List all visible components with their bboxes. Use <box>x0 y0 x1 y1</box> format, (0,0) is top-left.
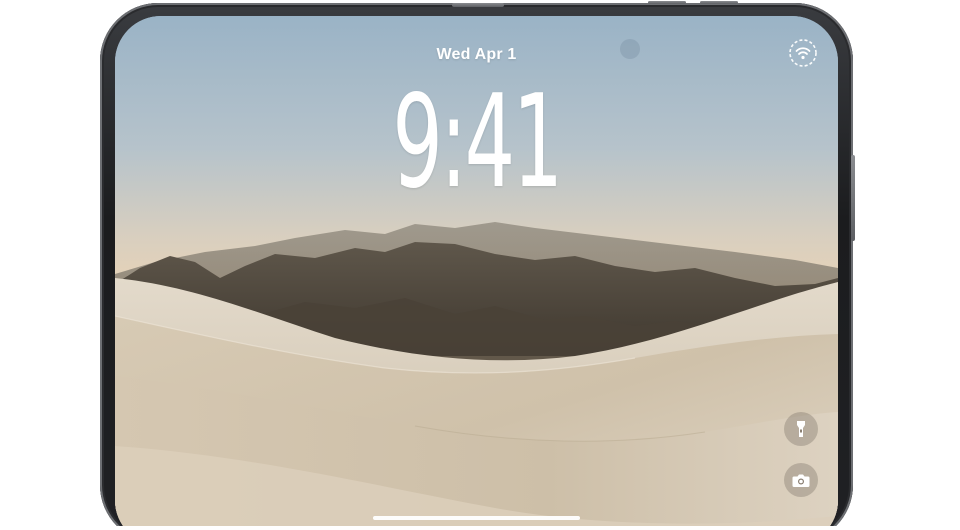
lock-date: Wed Apr 1 <box>436 46 517 63</box>
lock-screen[interactable]: Wed Apr 1 9:41 <box>115 16 838 530</box>
flashlight-icon <box>797 421 805 437</box>
camera-button[interactable] <box>784 463 818 497</box>
side-button <box>851 155 855 241</box>
wifi-signal-icon <box>788 38 818 68</box>
home-indicator[interactable] <box>373 516 580 520</box>
camera-icon <box>792 474 810 487</box>
volume-button-top <box>648 1 686 4</box>
top-button <box>452 3 504 7</box>
volume-button-top-2 <box>700 1 738 4</box>
lock-time: 9:41 <box>392 68 563 217</box>
bottom-crop <box>0 526 960 530</box>
flashlight-button[interactable] <box>784 412 818 446</box>
stage: Wed Apr 1 9:41 <box>0 0 960 530</box>
